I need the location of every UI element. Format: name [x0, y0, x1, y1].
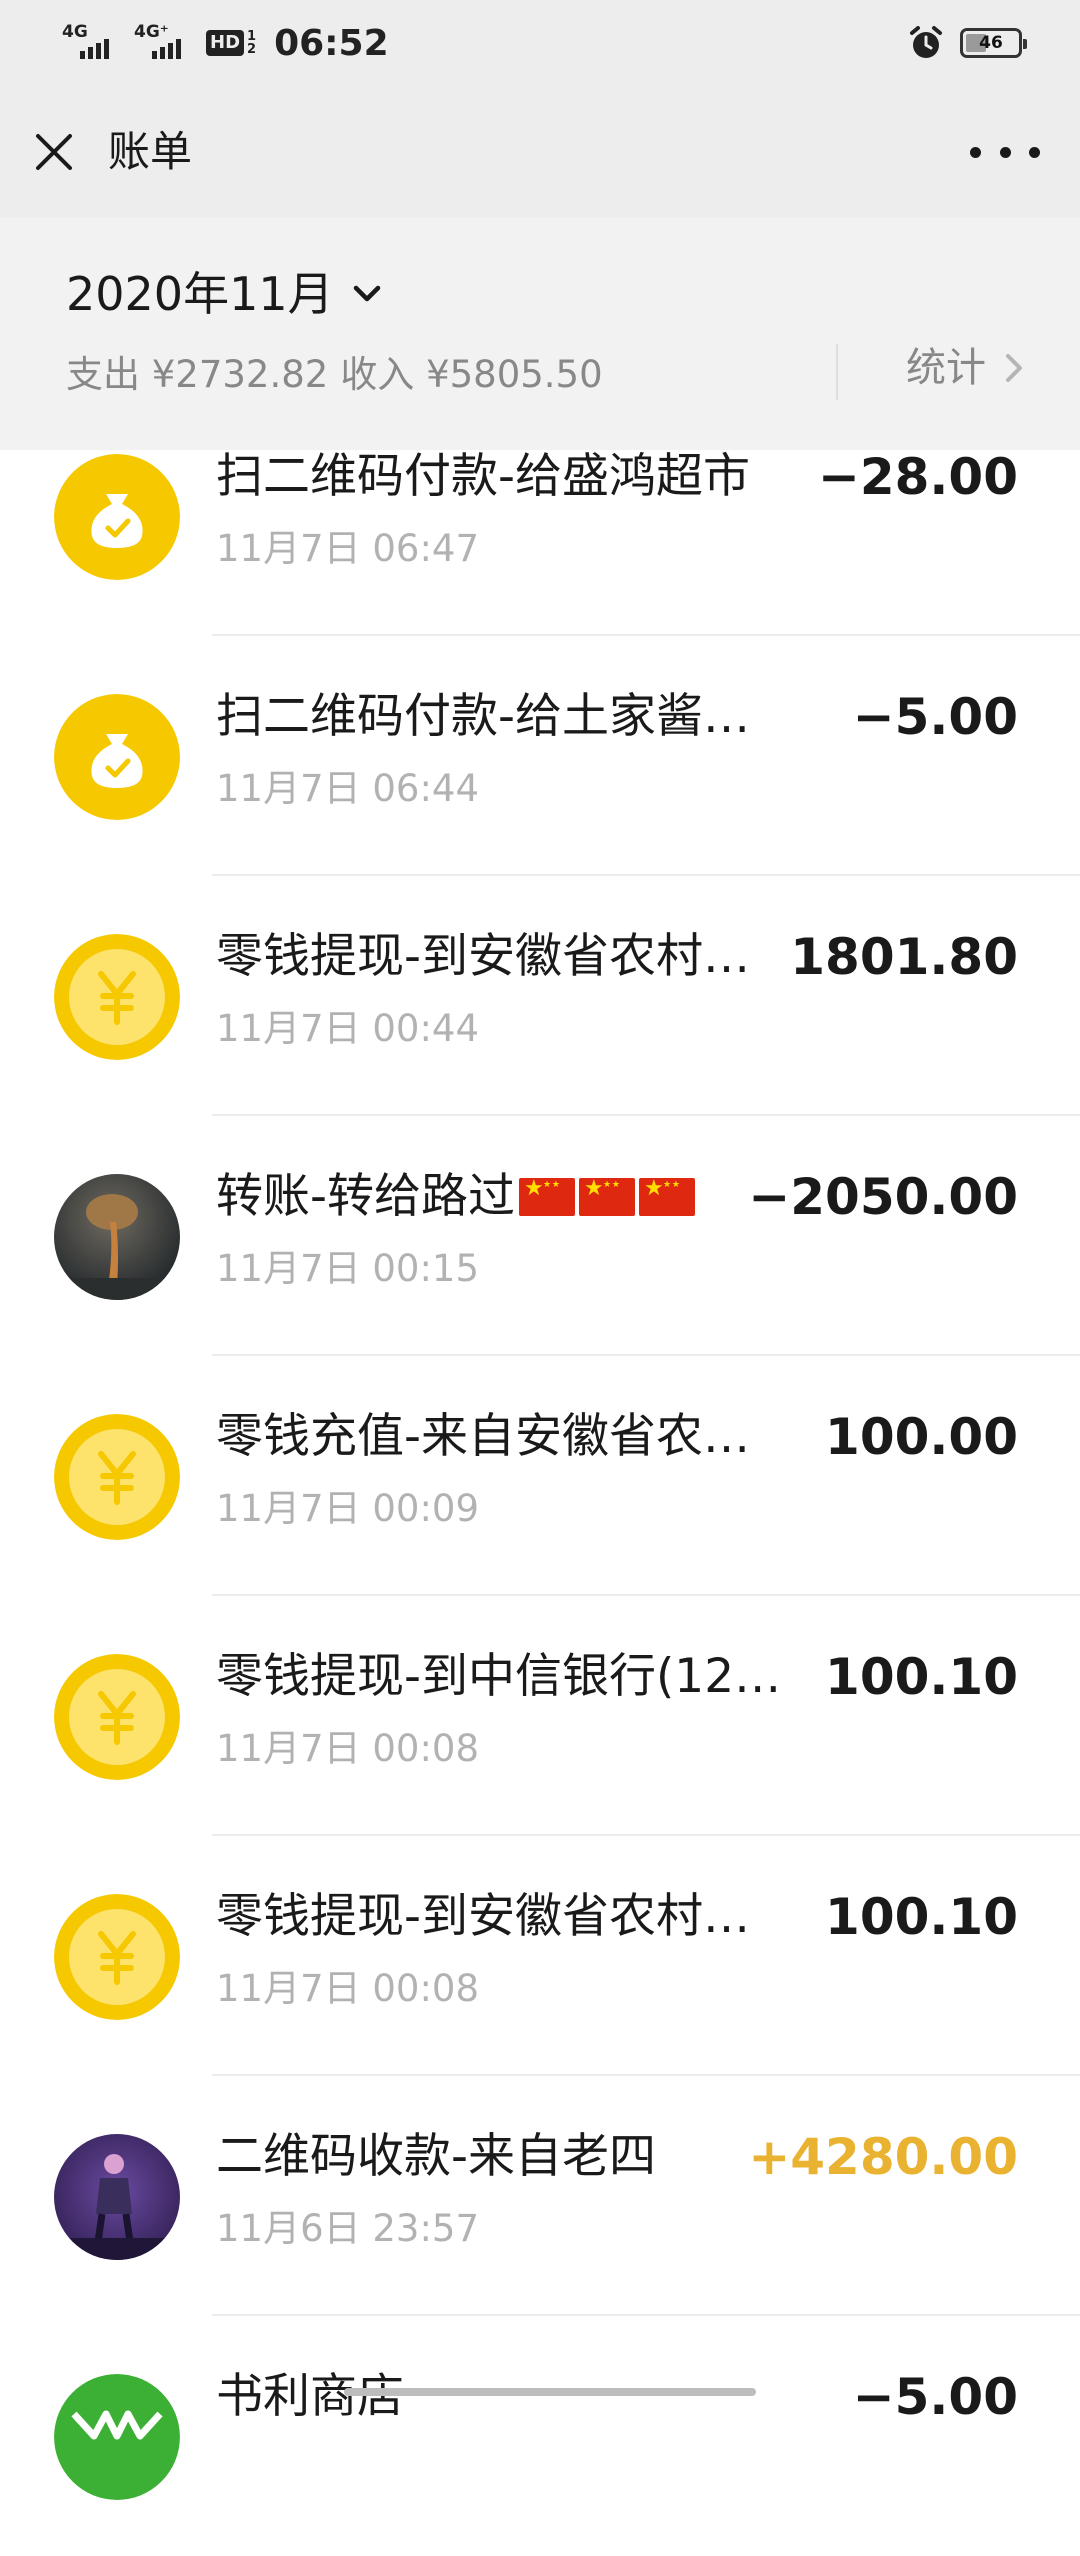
more-options-button[interactable]: [970, 124, 1040, 180]
transaction-amount: 100.10: [825, 1648, 1018, 1706]
close-button[interactable]: [28, 126, 80, 178]
transaction-title-text: 转账-转给路过: [216, 1169, 515, 1224]
transaction-time: 11月7日 00:44: [216, 1007, 480, 1050]
battery-percent: 46: [979, 33, 1003, 53]
month-label: 2020年11月: [66, 267, 334, 321]
transaction-time: 11月7日 06:47: [216, 527, 480, 570]
transaction-amount: +4280.00: [748, 2128, 1018, 2186]
transaction-time: 11月7日 00:08: [216, 1967, 480, 2010]
battery-icon: 46: [960, 28, 1027, 58]
divider: [836, 344, 838, 400]
transaction-title: 二维码收款-来自老四: [216, 2129, 656, 2184]
home-indicator[interactable]: [344, 2388, 756, 2396]
china-flag-icon: [578, 1176, 635, 1216]
transaction-time: 11月7日 00:08: [216, 1727, 480, 1770]
status-bar: 4G 4G⁺ HD 12 06:52 46: [0, 0, 1080, 86]
merchant-green-icon: [54, 2374, 180, 2500]
transaction-title: 扫二维码付款-给盛鸿超市: [216, 449, 750, 504]
money-bag-icon: [54, 454, 180, 580]
user-avatar-photo: [54, 2134, 180, 2260]
transaction-row[interactable]: 零钱提现-到中信银行(12… 11月7日 00:08 100.10: [0, 1596, 1080, 1836]
transaction-row[interactable]: 扫二维码付款-给土家酱… 11月7日 06:44 −5.00: [0, 636, 1080, 876]
transaction-title: 转账-转给路过: [216, 1166, 695, 1228]
china-flag-icon: [638, 1176, 695, 1216]
close-icon: [36, 134, 72, 170]
transaction-title: 零钱提现-到安徽省农村…: [216, 929, 750, 984]
transaction-time: 11月7日 00:09: [216, 1487, 480, 1530]
transaction-amount: −5.00: [852, 688, 1018, 746]
transaction-time: 11月6日 23:57: [216, 2207, 480, 2250]
status-left: 4G 4G⁺ HD 12 06:52: [62, 18, 389, 68]
transaction-row[interactable]: 书利商店 −5.00: [0, 2316, 1080, 2556]
month-selector[interactable]: 2020年11月: [66, 264, 384, 324]
page-title: 账单: [108, 127, 193, 176]
signal-icon: 4G⁺: [134, 23, 192, 63]
more-dot-icon: [999, 146, 1011, 158]
bill-summary: 2020年11月 支出 ¥2732.82 收入 ¥5805.50 统计: [0, 218, 1080, 450]
month-totals: 支出 ¥2732.82 收入 ¥5805.50: [66, 350, 615, 400]
transaction-row[interactable]: 零钱提现-到安徽省农村… 11月7日 00:08 100.10: [0, 1836, 1080, 2076]
transaction-title: 零钱提现-到安徽省农村…: [216, 1889, 750, 1944]
more-dot-icon: [970, 146, 981, 158]
yuan-coin-icon: [54, 1654, 180, 1780]
transaction-amount: 100.10: [825, 1888, 1018, 1946]
transaction-title: 零钱充值-来自安徽省农…: [216, 1409, 750, 1464]
transaction-time: 11月7日 00:15: [216, 1247, 480, 1290]
transaction-title: 扫二维码付款-给土家酱…: [216, 689, 750, 744]
chevron-down-icon: [353, 285, 380, 302]
transaction-amount: −28.00: [817, 448, 1018, 506]
transaction-title: 书利商店: [216, 2369, 404, 2424]
transaction-title: 零钱提现-到中信银行(12…: [216, 1649, 782, 1704]
transaction-row[interactable]: 转账-转给路过 11月7日 00:15 −2050.00: [0, 1116, 1080, 1356]
transaction-time: 11月7日 06:44: [216, 767, 480, 810]
alarm-icon: [910, 26, 942, 58]
transaction-amount: 100.00: [825, 1408, 1018, 1466]
transaction-row[interactable]: 二维码收款-来自老四 11月6日 23:57 +4280.00: [0, 2076, 1080, 2316]
yuan-coin-icon: [54, 1894, 180, 2020]
income-total: 收入 ¥5805.50: [340, 353, 603, 396]
hd-voice-icon: HD 12: [206, 30, 256, 56]
transaction-row[interactable]: 零钱提现-到安徽省农村… 11月7日 00:44 1801.80: [0, 876, 1080, 1116]
transaction-amount: 1801.80: [790, 928, 1018, 986]
money-bag-icon: [54, 694, 180, 820]
status-right: 46: [906, 20, 1027, 66]
china-flag-icon: [518, 1176, 575, 1216]
signal-icon: 4G: [62, 23, 120, 63]
stats-button[interactable]: 统计: [906, 340, 1026, 396]
chevron-right-icon: [1006, 354, 1022, 382]
user-avatar-photo: [54, 1174, 180, 1300]
yuan-coin-icon: [54, 934, 180, 1060]
more-dot-icon: [1029, 146, 1040, 158]
transaction-amount: −5.00: [852, 2368, 1018, 2426]
transaction-row[interactable]: 零钱充值-来自安徽省农… 11月7日 00:09 100.00: [0, 1356, 1080, 1596]
nav-bar: 账单: [0, 86, 1080, 218]
stats-label: 统计: [906, 345, 986, 391]
yuan-coin-icon: [54, 1414, 180, 1540]
transaction-amount: −2050.00: [748, 1168, 1018, 1226]
clock: 06:52: [274, 22, 389, 64]
expense-total: 支出 ¥2732.82: [66, 353, 329, 396]
